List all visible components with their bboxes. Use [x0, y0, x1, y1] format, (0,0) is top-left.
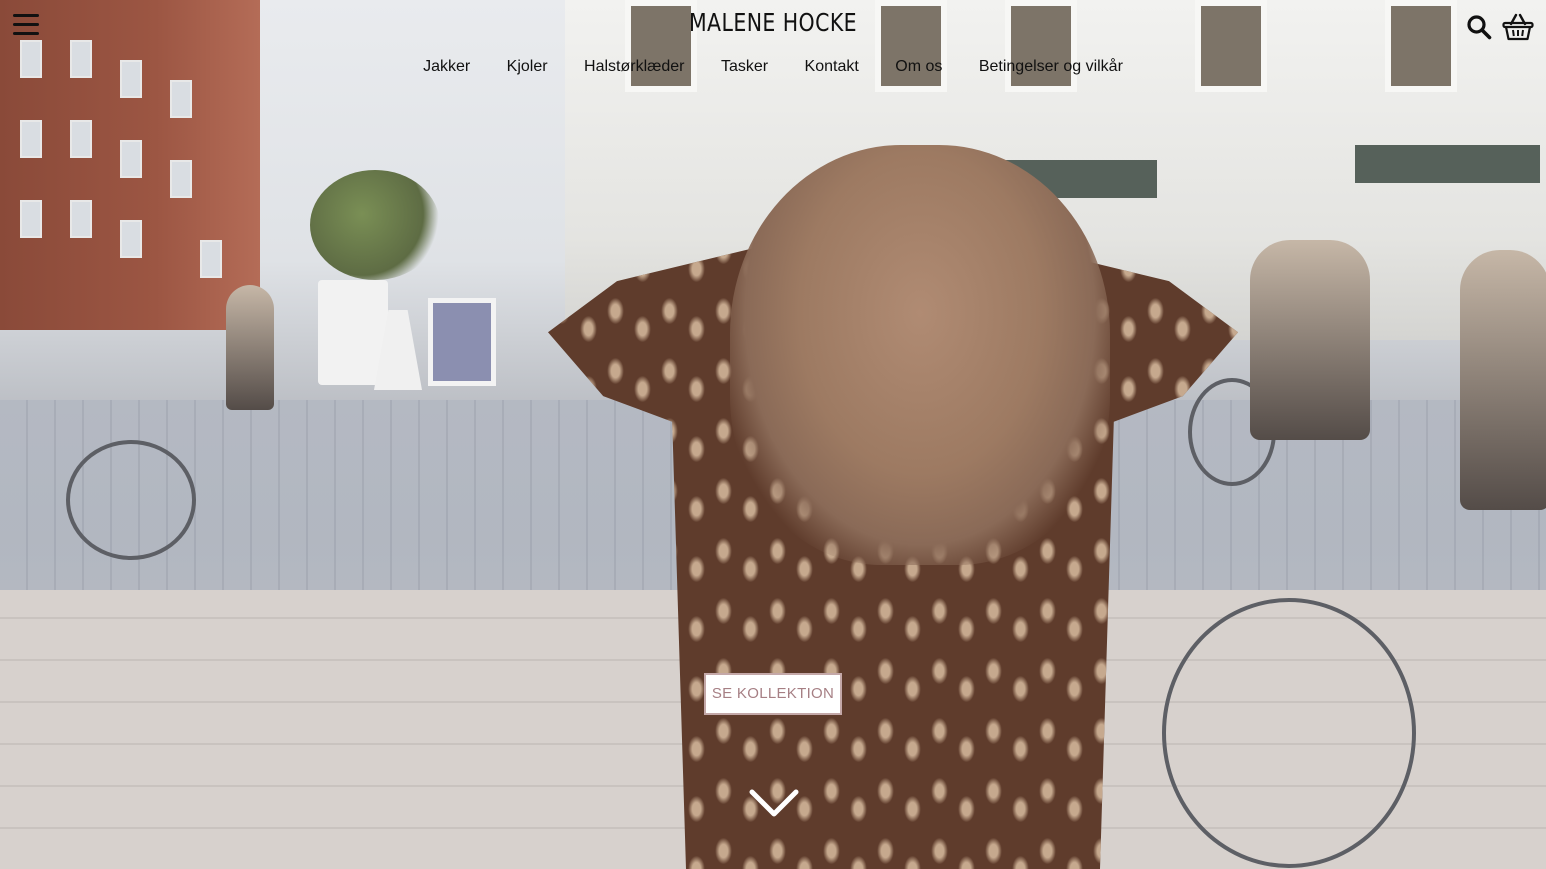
nav-item-tasker[interactable]: Tasker: [721, 58, 768, 76]
hero-pedestrian: [1460, 250, 1546, 510]
main-nav: Jakker Kjoler Halstørklæder Tasker Konta…: [0, 58, 1546, 76]
hero-pedestrian: [226, 285, 274, 410]
hero-background-video: [0, 0, 1546, 869]
menu-icon[interactable]: [13, 14, 39, 38]
nav-item-kjoler[interactable]: Kjoler: [507, 58, 548, 76]
hero-bike-wheel: [1162, 598, 1416, 868]
hero-poster: [428, 298, 496, 386]
site-logo[interactable]: MALENE HOCKE: [139, 8, 1407, 37]
hero-model-hair: [730, 145, 1110, 565]
chevron-down-icon[interactable]: [748, 786, 800, 822]
nav-item-betingelser[interactable]: Betingelser og vilkår: [979, 58, 1123, 76]
site-header: MALENE HOCKE Jakker Kjoler Halstørklæder…: [0, 0, 1546, 90]
hero-van: [318, 280, 388, 385]
nav-item-halstorklaeder[interactable]: Halstørklæder: [584, 58, 684, 76]
search-icon[interactable]: [1466, 14, 1492, 40]
basket-icon[interactable]: [1502, 12, 1534, 42]
see-collection-button[interactable]: SE KOLLEKTION: [704, 673, 842, 715]
nav-item-om-os[interactable]: Om os: [895, 58, 942, 76]
nav-item-jakker[interactable]: Jakker: [423, 58, 470, 76]
hero-trees: [310, 170, 440, 280]
hero-cyclist: [1250, 240, 1370, 440]
nav-item-kontakt[interactable]: Kontakt: [805, 58, 859, 76]
hero-bike-wheel: [66, 440, 196, 560]
